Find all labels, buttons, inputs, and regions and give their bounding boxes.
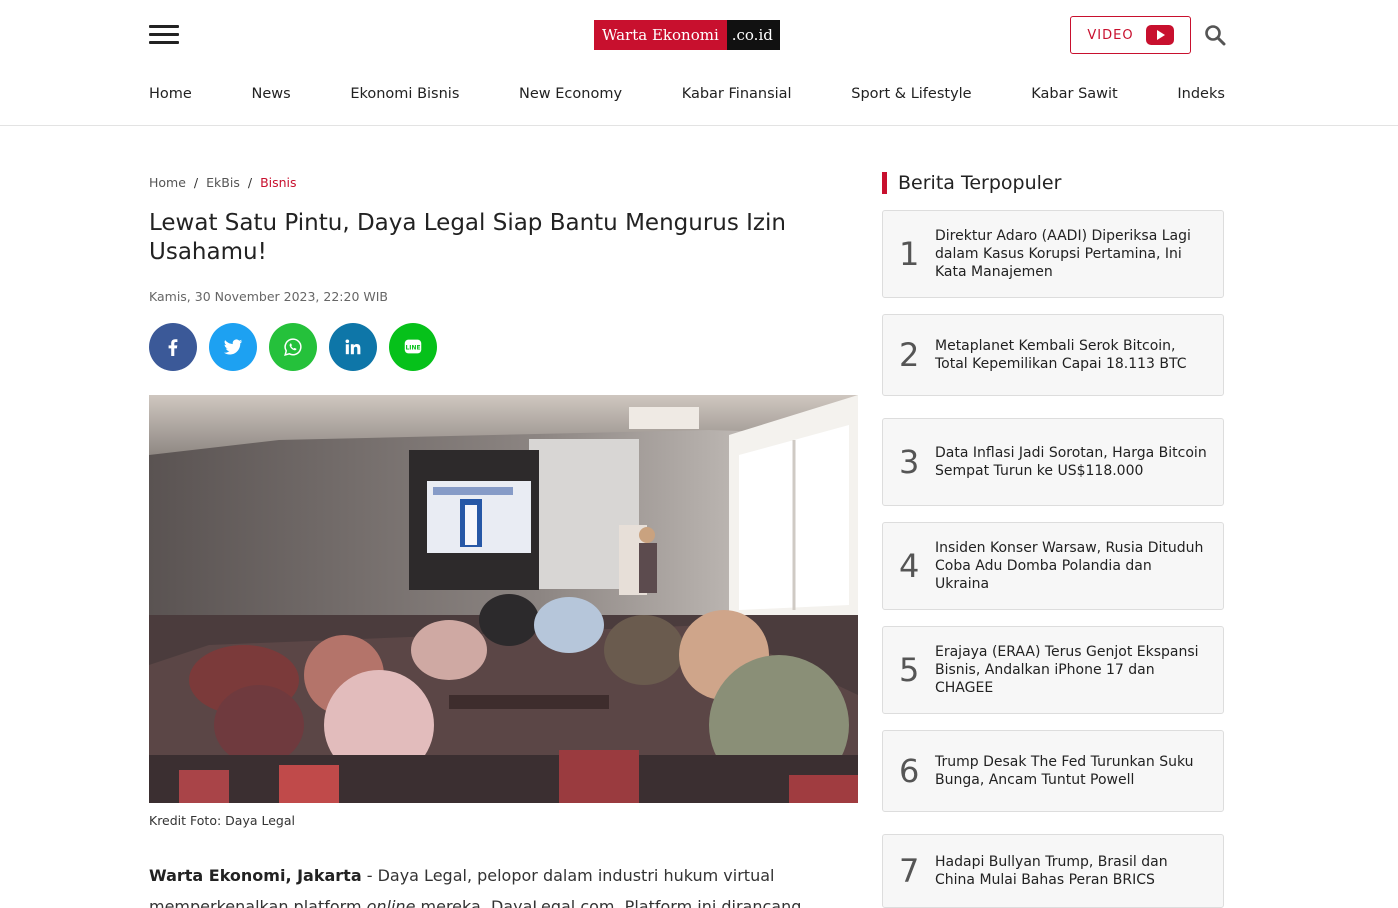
popular-headline: Erajaya (ERAA) Terus Genjot Ekspansi Bis…: [935, 644, 1199, 696]
video-label: VIDEO: [1087, 27, 1134, 43]
twitter-icon: [223, 339, 243, 355]
share-twitter-button[interactable]: [209, 323, 257, 371]
facebook-icon: [168, 339, 178, 356]
popular-headline: Trump Desak The Fed Turunkan Suku Bunga,…: [935, 754, 1194, 788]
line-icon: LINE: [404, 339, 422, 354]
nav-home[interactable]: Home: [149, 86, 192, 102]
seminar-photo-illustration: [149, 395, 858, 803]
nav-indeks[interactable]: Indeks: [1177, 86, 1225, 102]
popular-rank: 5: [899, 651, 920, 689]
logo-text: Warta Ekonomi: [594, 20, 727, 50]
popular-rank: 6: [899, 752, 920, 790]
nav-new-economy[interactable]: New Economy: [519, 86, 622, 102]
popular-headline: Data Inflasi Jadi Sorotan, Harga Bitcoin…: [935, 445, 1207, 479]
share-whatsapp-button[interactable]: [269, 323, 317, 371]
popular-item-3[interactable]: 3 Data Inflasi Jadi Sorotan, Harga Bitco…: [882, 418, 1224, 506]
share-facebook-button[interactable]: [149, 323, 197, 371]
lead-dateline: Warta Ekonomi, Jakarta: [149, 866, 362, 885]
article-date: Kamis, 30 November 2023, 22:20 WIB: [149, 289, 389, 304]
popular-headline: Insiden Konser Warsaw, Rusia Dituduh Cob…: [935, 540, 1204, 592]
lead-italic: online: [366, 897, 416, 908]
share-line-button[interactable]: LINE: [389, 323, 437, 371]
breadcrumb-separator: /: [193, 175, 199, 190]
popular-headline: Direktur Adaro (AADI) Diperiksa Lagi dal…: [935, 228, 1191, 280]
svg-text:LINE: LINE: [405, 344, 420, 351]
article-photo: [149, 395, 858, 803]
article-lead: Warta Ekonomi, Jakarta - Daya Legal, pel…: [149, 860, 849, 908]
site-logo[interactable]: Warta Ekonomi .co.id: [594, 20, 780, 50]
logo-domain: .co.id: [726, 20, 780, 50]
popular-rank: 7: [899, 852, 920, 890]
lead-text-continued: mereka, DayaLegal.com. Platform ini dira…: [415, 897, 802, 908]
nav-ekonomi-bisnis[interactable]: Ekonomi Bisnis: [350, 86, 459, 102]
nav-news[interactable]: News: [251, 86, 290, 102]
popular-news-title: Berita Terpopuler: [882, 172, 1061, 194]
share-linkedin-button[interactable]: [329, 323, 377, 371]
video-button[interactable]: VIDEO: [1070, 16, 1191, 54]
menu-icon[interactable]: [149, 25, 179, 45]
popular-item-7[interactable]: 7 Hadapi Bullyan Trump, Brasil dan China…: [882, 834, 1224, 908]
nav-sport-lifestyle[interactable]: Sport & Lifestyle: [851, 86, 971, 102]
popular-rank: 2: [899, 336, 920, 374]
photo-caption: Kredit Foto: Daya Legal: [149, 813, 295, 828]
popular-rank: 1: [899, 235, 920, 273]
whatsapp-icon: [284, 338, 302, 356]
article-title: Lewat Satu Pintu, Daya Legal Siap Bantu …: [149, 210, 786, 265]
share-bar: LINE: [149, 323, 437, 371]
site-header: Warta Ekonomi .co.id VIDEO Home News Eko…: [0, 0, 1398, 126]
breadcrumb-ekbis[interactable]: EkBis: [206, 175, 240, 190]
popular-item-4[interactable]: 4 Insiden Konser Warsaw, Rusia Dituduh C…: [882, 522, 1224, 610]
popular-item-5[interactable]: 5 Erajaya (ERAA) Terus Genjot Ekspansi B…: [882, 626, 1224, 714]
breadcrumb: Home / EkBis / Bisnis: [149, 175, 297, 190]
youtube-play-icon: [1145, 25, 1174, 45]
popular-item-2[interactable]: 2 Metaplanet Kembali Serok Bitcoin, Tota…: [882, 314, 1224, 396]
popular-item-6[interactable]: 6 Trump Desak The Fed Turunkan Suku Bung…: [882, 730, 1224, 812]
nav-kabar-sawit[interactable]: Kabar Sawit: [1031, 86, 1117, 102]
nav-kabar-finansial[interactable]: Kabar Finansial: [682, 86, 792, 102]
breadcrumb-separator: /: [247, 175, 253, 190]
breadcrumb-home[interactable]: Home: [149, 175, 186, 190]
main-nav: Home News Ekonomi Bisnis New Economy Kab…: [149, 86, 1225, 102]
breadcrumb-bisnis[interactable]: Bisnis: [260, 175, 296, 190]
popular-rank: 4: [899, 547, 920, 585]
popular-item-1[interactable]: 1 Direktur Adaro (AADI) Diperiksa Lagi d…: [882, 210, 1224, 298]
popular-rank: 3: [899, 443, 920, 481]
search-icon[interactable]: [1204, 24, 1226, 46]
popular-headline: Hadapi Bullyan Trump, Brasil dan China M…: [935, 854, 1168, 888]
popular-headline: Metaplanet Kembali Serok Bitcoin, Total …: [935, 338, 1187, 372]
linkedin-icon: [345, 339, 361, 355]
